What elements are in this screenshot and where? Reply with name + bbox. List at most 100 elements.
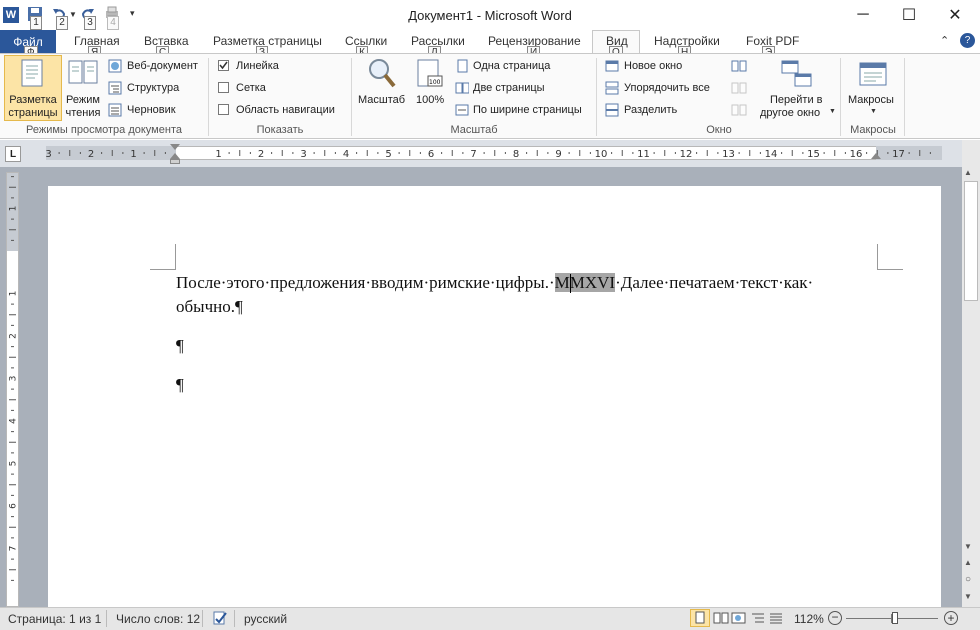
zoom-slider-thumb[interactable] (892, 612, 898, 624)
paragraph-mark[interactable]: ¶ (176, 375, 184, 395)
arrange-all-icon (605, 81, 619, 98)
group-label-show: Показать (256, 124, 304, 136)
outline-icon (108, 81, 122, 98)
ruler-checkbox[interactable] (218, 60, 229, 71)
help-icon[interactable]: ? (960, 33, 975, 48)
status-page[interactable]: Страница: 1 из 1 (8, 612, 101, 626)
document-line-1[interactable]: После·этого·предложения·вводим·римские·ц… (176, 273, 813, 293)
one-page-icon (455, 59, 469, 76)
split-icon (605, 103, 619, 120)
document-line-2[interactable]: обычно.¶ (176, 297, 243, 317)
zoom-button-label[interactable]: Масштаб (358, 94, 405, 106)
zoom-100-icon[interactable]: 100 (416, 58, 444, 91)
selected-text[interactable]: MMXVI (554, 273, 616, 292)
proofing-icon[interactable] (211, 610, 229, 629)
status-language[interactable]: русский (244, 612, 287, 626)
zoom-level[interactable]: 112% (794, 612, 824, 626)
page-width-icon (455, 103, 469, 120)
ruler-number: 12 (680, 149, 693, 160)
one-page-button[interactable]: Одна страница (473, 60, 550, 72)
nav-pane-checkbox-label[interactable]: Область навигации (236, 104, 335, 116)
view-web-icon[interactable] (731, 611, 747, 628)
view-draft-icon[interactable] (768, 611, 784, 628)
zoom-out-icon[interactable]: − (828, 611, 842, 625)
web-layout-button[interactable]: Веб-документ (127, 60, 198, 72)
browse-object-icon[interactable]: ○ (965, 574, 971, 585)
close-button[interactable]: ✕ (932, 0, 978, 30)
gridlines-checkbox[interactable] (218, 82, 229, 93)
ruler-number: 6 (428, 149, 434, 160)
text-cursor (570, 274, 571, 293)
collapse-ribbon-icon[interactable]: ⌃ (940, 34, 949, 47)
ruler-number: 3 (300, 149, 306, 160)
switch-windows-label-line1[interactable]: Перейти в (770, 94, 823, 106)
right-indent-marker[interactable] (871, 153, 881, 159)
split-button[interactable]: Разделить (624, 104, 677, 116)
switch-windows-dropdown-icon[interactable]: ▼ (829, 108, 836, 115)
reset-window-position-icon[interactable] (731, 103, 747, 120)
paragraph-mark[interactable]: ¶ (176, 336, 184, 356)
previous-page-icon[interactable]: ▲ (964, 558, 972, 567)
view-reading-icon[interactable] (713, 611, 729, 628)
status-separator (202, 610, 203, 627)
window-title: Документ1 - Microsoft Word (408, 8, 572, 23)
status-word-count[interactable]: Число слов: 12 (116, 612, 200, 626)
scroll-up-icon[interactable]: ▲ (964, 168, 972, 177)
left-indent-box[interactable] (170, 159, 180, 164)
group-label-window: Окно (706, 124, 732, 136)
ruler-number: 5 (385, 149, 391, 160)
tab-selector-icon[interactable]: L (5, 146, 21, 162)
vruler-number: 7 (9, 546, 19, 552)
zoom-magnifier-icon[interactable] (367, 57, 397, 92)
text-after-selection: ·Далее·печатаем·текст·как· (615, 273, 814, 292)
draft-button[interactable]: Черновик (127, 104, 176, 116)
macros-button-label[interactable]: Макросы (848, 94, 894, 106)
ruler-number: 16 (850, 149, 863, 160)
outline-button[interactable]: Структура (127, 82, 179, 94)
zoom-in-icon[interactable]: + (944, 611, 958, 625)
next-page-icon[interactable]: ▼ (964, 592, 972, 601)
draft-icon (108, 103, 122, 120)
ruler-number: 4 (343, 149, 349, 160)
page-width-button[interactable]: По ширине страницы (473, 104, 582, 116)
view-print-layout-icon[interactable] (690, 609, 710, 627)
arrange-all-button[interactable]: Упорядочить все (624, 82, 710, 94)
new-window-button[interactable]: Новое окно (624, 60, 682, 72)
view-outline-icon[interactable] (750, 611, 766, 628)
nav-pane-checkbox[interactable] (218, 104, 229, 115)
ruler-number: 7 (470, 149, 476, 160)
ruler-checkbox-label[interactable]: Линейка (236, 60, 279, 72)
new-window-icon (605, 59, 619, 76)
switch-windows-icon[interactable] (780, 58, 814, 93)
first-line-indent-marker[interactable] (170, 144, 180, 150)
reading-mode-label[interactable]: Режим чтения (62, 94, 104, 120)
scrollbar-thumb[interactable] (964, 181, 978, 301)
two-pages-button[interactable]: Две страницы (473, 82, 545, 94)
group-separator (596, 58, 597, 136)
vruler-number: 3 (9, 376, 19, 382)
reading-mode-icon[interactable] (67, 58, 99, 91)
web-layout-icon (108, 59, 122, 76)
minimize-button[interactable]: ─ (840, 0, 886, 30)
group-label-zoom: Масштаб (450, 124, 498, 136)
view-side-by-side-icon[interactable] (731, 59, 747, 76)
vruler-number: 6 (9, 503, 19, 509)
maximize-button[interactable]: ☐ (886, 0, 932, 30)
ruler-number: 2 (258, 149, 264, 160)
status-separator (106, 610, 107, 627)
scroll-down-icon[interactable]: ▼ (964, 542, 972, 551)
print-layout-label: Разметка страницы (8, 94, 58, 119)
zoom-100-label[interactable]: 100% (416, 94, 444, 106)
document-page[interactable] (48, 186, 941, 616)
macros-dropdown-icon[interactable]: ▼ (870, 108, 877, 115)
crop-mark (150, 269, 176, 270)
ruler-number: 3 (46, 149, 52, 160)
group-label-macros: Макросы (850, 124, 896, 136)
sync-scroll-icon[interactable] (731, 81, 747, 98)
gridlines-checkbox-label[interactable]: Сетка (236, 82, 266, 94)
group-separator (840, 58, 841, 136)
macros-icon[interactable] (858, 60, 888, 91)
text-before-selection: После·этого·предложения·вводим·римские·ц… (176, 273, 555, 292)
switch-windows-label-line2[interactable]: другое окно (760, 107, 820, 119)
ruler-number: 9 (555, 149, 561, 160)
